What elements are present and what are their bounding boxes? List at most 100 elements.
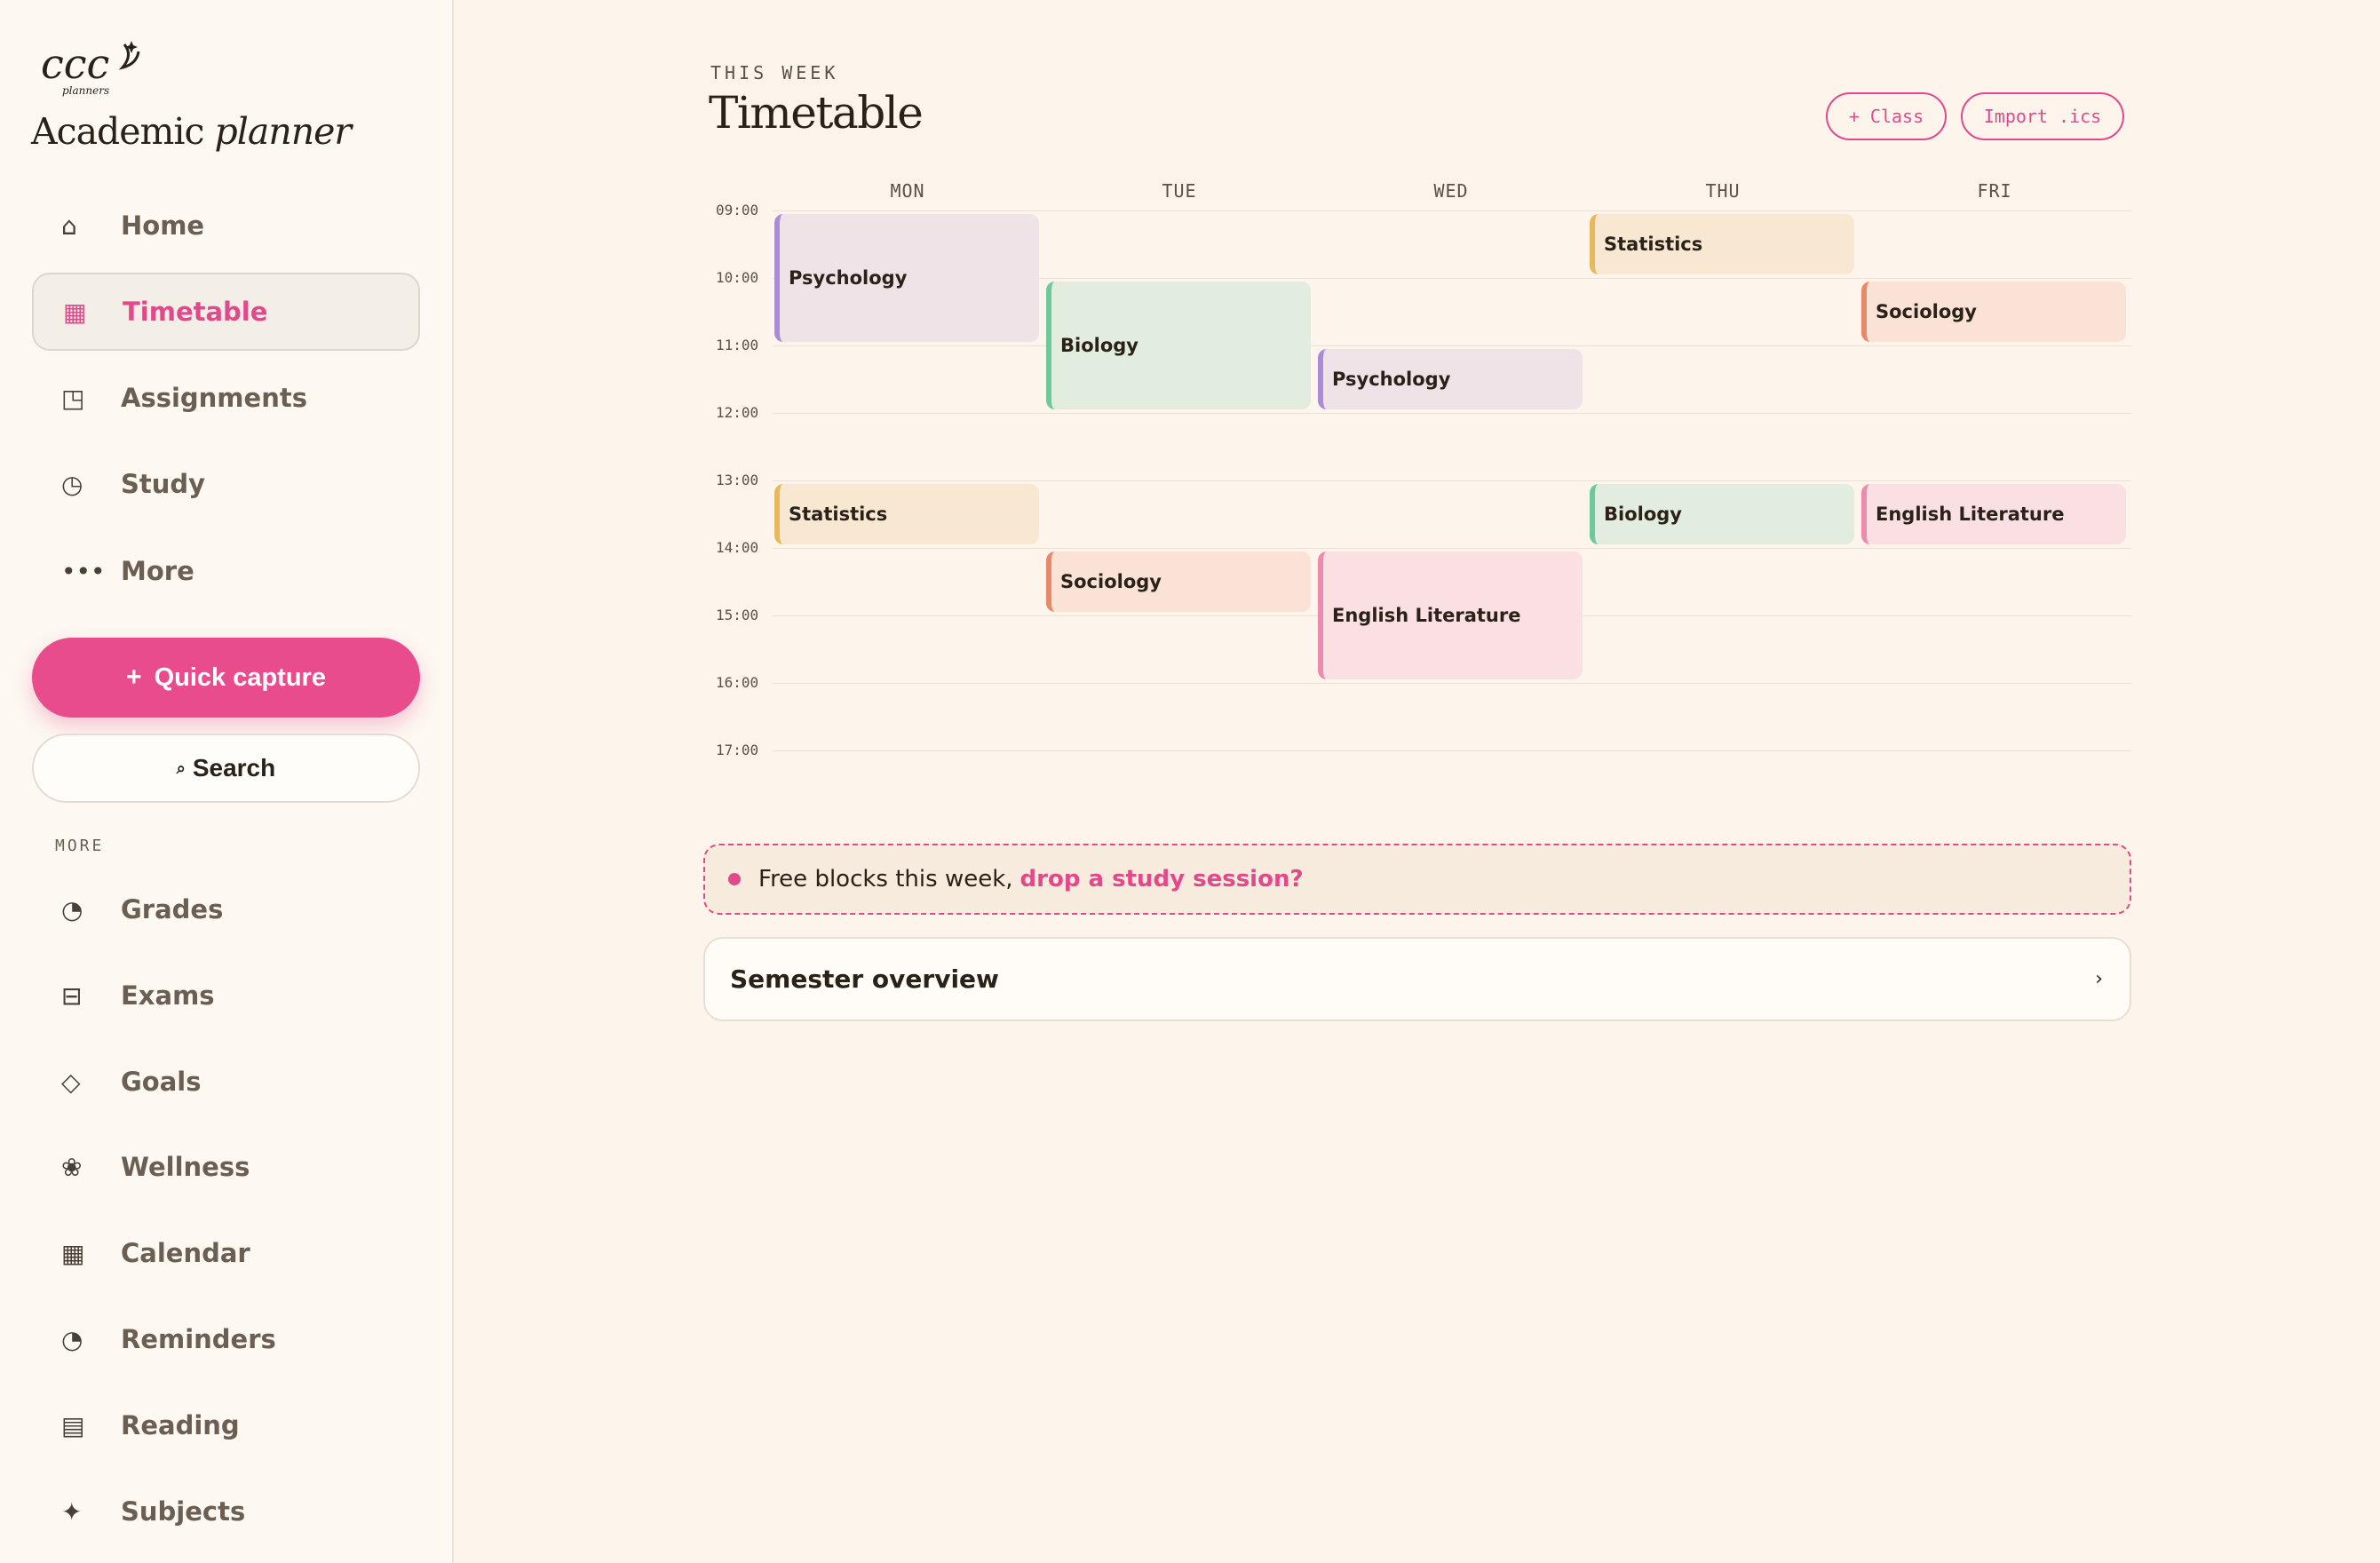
class-event[interactable]: English Literature <box>1318 551 1583 679</box>
class-event-title: Statistics <box>789 504 888 525</box>
class-event-title: English Literature <box>1876 504 2065 525</box>
timetable-icon: ▦ <box>63 297 87 327</box>
class-event-title: Biology <box>1060 335 1138 356</box>
reminders-icon: ◔ <box>61 1324 83 1354</box>
app-title: Academic planner <box>31 110 352 153</box>
wellness-icon: ❀ <box>61 1152 83 1182</box>
class-event[interactable]: Statistics <box>1590 214 1854 274</box>
plus-icon: + <box>126 662 142 692</box>
brand-logo: ccc planners <box>41 40 140 97</box>
hour-gridline <box>773 683 2131 684</box>
sidebar-item-exams[interactable]: ⊟ Exams <box>32 956 420 1035</box>
quick-capture-label: Quick capture <box>154 662 326 692</box>
class-event[interactable]: Sociology <box>1046 551 1311 612</box>
class-event-title: Psychology <box>1332 369 1451 390</box>
hour-gridline <box>773 548 2131 549</box>
time-label: 09:00 <box>716 202 759 218</box>
class-event[interactable]: English Literature <box>1861 484 2126 544</box>
chevron-right-icon: › <box>2095 968 2103 990</box>
time-label: 12:00 <box>716 404 759 421</box>
add-class-button[interactable]: + Class <box>1826 92 1947 140</box>
time-label: 16:00 <box>716 674 759 691</box>
sidebar-item-label: Exams <box>121 980 215 1011</box>
goals-icon: ◇ <box>61 1067 81 1097</box>
class-event-title: Statistics <box>1604 234 1703 255</box>
status-dot <box>728 873 741 885</box>
semester-overview-label: Semester overview <box>730 964 999 994</box>
sidebar-item-goals[interactable]: ◇ Goals <box>32 1043 420 1121</box>
sidebar-item-label: Study <box>121 469 206 499</box>
page-eyebrow: THIS WEEK <box>710 62 839 83</box>
free-blocks-banner: Free blocks this week, drop a study sess… <box>703 844 2131 915</box>
more-dots-icon: ••• <box>61 556 106 586</box>
time-label: 15:00 <box>716 607 759 623</box>
class-event[interactable]: Sociology <box>1861 282 2126 342</box>
day-header: MON <box>890 180 925 202</box>
sidebar-item-label: Goals <box>121 1067 202 1097</box>
sidebar-item-label: Grades <box>121 894 224 924</box>
search-icon: ⌕ <box>176 758 186 777</box>
class-event[interactable]: Biology <box>1046 282 1311 409</box>
sidebar-item-study[interactable]: ◷ Study <box>32 445 420 523</box>
hour-gridline <box>773 480 2131 481</box>
more-section-heading: MORE <box>55 837 105 855</box>
reading-icon: ▤ <box>61 1410 85 1440</box>
class-event-title: Sociology <box>1876 301 1977 322</box>
sidebar-item-label: Wellness <box>121 1152 250 1182</box>
app-title-italic: planner <box>214 110 352 153</box>
timetable-grid: MON TUE WED THU FRI 09:00 10:00 11:00 12:00 13:00… <box>710 173 2131 759</box>
day-header: TUE <box>1162 180 1197 202</box>
import-ics-button[interactable]: Import .ics <box>1961 92 2124 140</box>
sidebar-item-calendar[interactable]: ▦ Calendar <box>32 1214 420 1292</box>
time-label: 14:00 <box>716 539 759 556</box>
sidebar-item-label: Subjects <box>121 1496 246 1527</box>
hour-gridline <box>773 345 2131 346</box>
day-header: FRI <box>1977 180 2012 202</box>
time-label: 10:00 <box>716 269 759 286</box>
sidebar-item-timetable[interactable]: ▦ Timetable <box>32 273 420 351</box>
class-event[interactable]: Biology <box>1590 484 1854 544</box>
sidebar-item-reminders[interactable]: ◔ Reminders <box>32 1300 420 1378</box>
hour-gridline <box>773 750 2131 751</box>
sidebar-item-label: Calendar <box>121 1238 250 1268</box>
quick-capture-button[interactable]: + Quick capture <box>32 638 420 718</box>
hour-gridline <box>773 210 2131 211</box>
home-icon: ⌂ <box>61 210 77 241</box>
sidebar-item-label: Assignments <box>121 383 307 413</box>
time-label: 13:00 <box>716 472 759 488</box>
class-event-title: Biology <box>1604 504 1682 525</box>
sidebar-item-label: Timetable <box>123 297 268 327</box>
search-label: Search <box>192 754 276 782</box>
sidebar-item-subjects[interactable]: ✦ Subjects <box>32 1472 420 1551</box>
sidebar-item-assignments[interactable]: ◳ Assignments <box>32 359 420 437</box>
time-label: 17:00 <box>716 742 759 758</box>
assignments-icon: ◳ <box>61 383 85 413</box>
sidebar-item-label: More <box>121 556 194 586</box>
class-event-title: English Literature <box>1332 605 1521 626</box>
sidebar-item-label: Home <box>121 210 205 241</box>
app-title-regular: Academic <box>31 110 204 153</box>
class-event[interactable]: Psychology <box>774 214 1039 342</box>
class-event[interactable]: Statistics <box>774 484 1039 544</box>
class-event-title: Sociology <box>1060 571 1162 592</box>
sidebar-item-reading[interactable]: ▤ Reading <box>32 1386 420 1464</box>
subjects-icon: ✦ <box>61 1496 83 1527</box>
search-button[interactable]: ⌕ Search <box>32 734 420 803</box>
sidebar-item-wellness[interactable]: ❀ Wellness <box>32 1128 420 1206</box>
day-header: THU <box>1705 180 1741 202</box>
sidebar: ccc planners Academic planner ⌂ Home ▦ Time… <box>0 0 454 1563</box>
sidebar-item-home[interactable]: ⌂ Home <box>32 186 420 265</box>
free-blocks-text: Free blocks this week, <box>758 866 1013 893</box>
class-event[interactable]: Psychology <box>1318 349 1583 409</box>
sidebar-item-grades[interactable]: ◔ Grades <box>32 870 420 948</box>
hour-gridline <box>773 413 2131 414</box>
class-event-title: Psychology <box>789 267 908 289</box>
clock-icon: ◷ <box>61 469 83 499</box>
grades-icon: ◔ <box>61 894 83 924</box>
sidebar-item-more[interactable]: ••• More <box>32 532 420 610</box>
svg-text:planners: planners <box>62 84 109 97</box>
page-title: Timetable <box>709 87 924 139</box>
drop-study-session-link[interactable]: drop a study session? <box>1020 866 1304 893</box>
sidebar-item-label: Reading <box>121 1410 240 1440</box>
semester-overview-card[interactable]: Semester overview › <box>703 937 2131 1021</box>
